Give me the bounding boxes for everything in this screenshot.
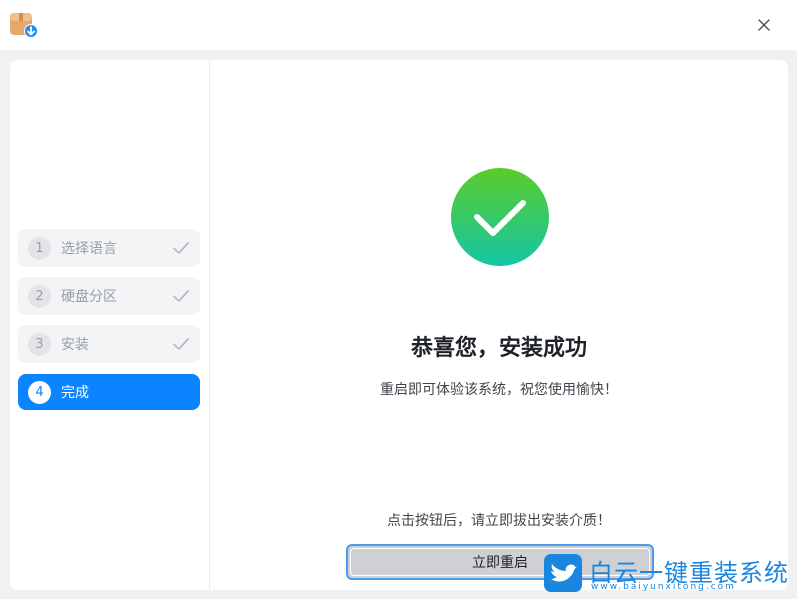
step-label: 选择语言 (61, 241, 117, 257)
step-disk-partition: 2 硬盘分区 (18, 277, 200, 315)
success-check-icon (450, 167, 550, 267)
restart-button-label: 立即重启 (472, 555, 528, 571)
step-finish: 4 完成 (18, 374, 200, 410)
close-icon (758, 19, 770, 31)
step-number: 4 (28, 380, 51, 404)
package-download-icon (10, 11, 38, 39)
installer-panel: 1 选择语言 2 硬盘分区 3 安装 4 完成 恭喜您，安装成功 重启即可体验该… (10, 60, 788, 590)
bird-logo-icon (544, 554, 582, 592)
step-label: 完成 (61, 385, 89, 401)
close-button[interactable] (752, 13, 776, 37)
step-label: 安装 (61, 337, 89, 353)
step-label: 硬盘分区 (61, 289, 117, 305)
main-content: 恭喜您，安装成功 重启即可体验该系统，祝您使用愉快！ 点击按钮后，请立即拔出安装… (210, 60, 788, 590)
step-select-language: 1 选择语言 (18, 229, 200, 267)
watermark-url: www.baiyunxitong.com (591, 582, 736, 592)
remove-media-hint: 点击按钮后，请立即拔出安装介质！ (387, 513, 611, 529)
success-title: 恭喜您，安装成功 (410, 336, 587, 361)
steps-sidebar: 1 选择语言 2 硬盘分区 3 安装 4 完成 (10, 60, 210, 590)
step-install: 3 安装 (18, 325, 200, 363)
checkmark-icon (173, 290, 189, 302)
checkmark-icon (173, 338, 189, 350)
step-number: 3 (28, 332, 51, 356)
checkmark-icon (173, 242, 189, 254)
step-number: 2 (28, 284, 51, 308)
title-bar (0, 0, 797, 50)
watermark-logo: 白云一键重装系统 www.baiyunxitong.com (543, 551, 793, 597)
step-number: 1 (28, 236, 51, 260)
success-subtitle: 重启即可体验该系统，祝您使用愉快！ (380, 382, 618, 398)
